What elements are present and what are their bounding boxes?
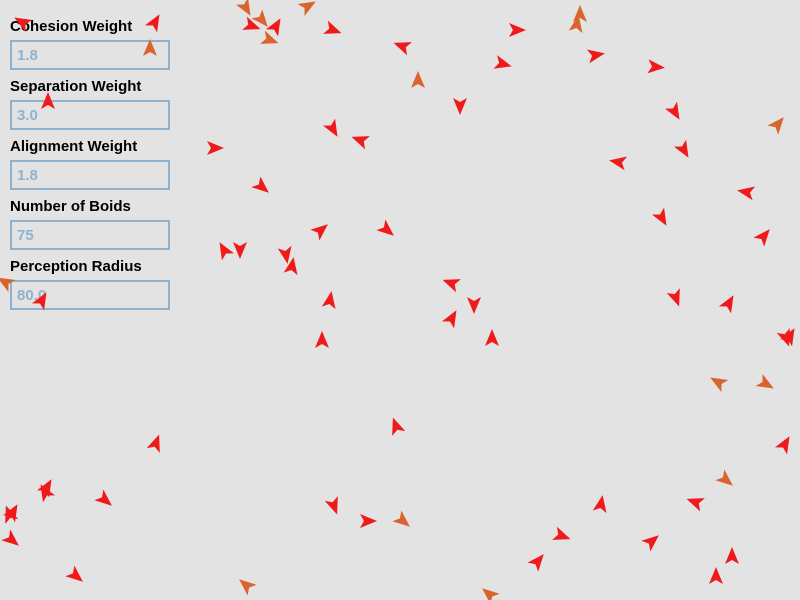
boid-arrow bbox=[207, 141, 224, 155]
boid-arrow bbox=[467, 297, 481, 314]
perception-radius-input[interactable] bbox=[10, 280, 170, 310]
boid-arrow bbox=[323, 20, 342, 34]
separation-weight-label: Separation Weight bbox=[10, 78, 142, 95]
separation-control: Separation Weight bbox=[10, 78, 172, 138]
boid-arrow bbox=[277, 245, 292, 264]
separation-weight-input[interactable] bbox=[10, 100, 170, 130]
boid-arrow bbox=[393, 42, 412, 56]
boid-arrow bbox=[592, 495, 607, 514]
boid-arrow bbox=[753, 229, 770, 247]
boid-arrow bbox=[709, 567, 723, 584]
boid-arrow bbox=[609, 156, 628, 171]
alignment-control: Alignment Weight bbox=[10, 138, 172, 198]
boid-arrow bbox=[411, 71, 425, 88]
boid-arrow bbox=[647, 59, 665, 74]
boid-count-control: Number of Boids bbox=[10, 198, 172, 258]
boid-arrow bbox=[552, 526, 571, 540]
boid-arrow bbox=[509, 23, 526, 37]
boid-arrow bbox=[755, 373, 774, 389]
boid-arrow bbox=[265, 18, 281, 37]
alignment-weight-label: Alignment Weight bbox=[10, 138, 138, 155]
boid-arrow bbox=[94, 489, 112, 506]
boid-arrow bbox=[737, 186, 756, 201]
boid-arrow bbox=[146, 434, 160, 453]
boid-arrow bbox=[568, 15, 583, 34]
boid-arrow bbox=[260, 30, 279, 44]
boids-simulation: Cohesion Weight Separation Weight Alignm… bbox=[0, 0, 800, 600]
boid-arrow bbox=[776, 328, 790, 347]
boid-arrow bbox=[283, 257, 298, 276]
boid-arrow bbox=[686, 498, 705, 512]
boid-arrow bbox=[239, 579, 257, 596]
cohesion-control: Cohesion Weight bbox=[10, 18, 172, 78]
boid-arrow bbox=[315, 331, 329, 348]
boid-arrow bbox=[718, 295, 734, 314]
boid-arrow bbox=[651, 207, 667, 226]
boid-arrow bbox=[1, 529, 19, 546]
boid-arrow bbox=[673, 139, 689, 158]
boid-arrow bbox=[251, 9, 268, 27]
boid-arrow bbox=[242, 16, 261, 30]
boid-arrow bbox=[482, 588, 500, 600]
boid-arrow bbox=[310, 224, 328, 241]
boid-arrow bbox=[573, 5, 587, 22]
perception-radius-label: Perception Radius bbox=[10, 258, 142, 275]
boid-arrow bbox=[297, 1, 316, 17]
boid-arrow bbox=[219, 242, 235, 261]
boid-arrow bbox=[392, 417, 406, 436]
boid-arrow bbox=[641, 535, 659, 552]
boid-arrow bbox=[710, 377, 729, 393]
boid-arrow bbox=[715, 469, 733, 486]
boid-arrow bbox=[485, 329, 499, 346]
boid-arrow bbox=[664, 101, 680, 120]
boid-arrow bbox=[351, 136, 370, 150]
control-panel: Cohesion Weight Separation Weight Alignm… bbox=[10, 18, 172, 318]
boid-arrow bbox=[774, 436, 790, 455]
boid-arrow bbox=[233, 242, 247, 259]
number-of-boids-input[interactable] bbox=[10, 220, 170, 250]
boid-arrow bbox=[767, 117, 784, 135]
perception-control: Perception Radius bbox=[10, 258, 172, 318]
boid-arrow bbox=[235, 0, 251, 16]
alignment-weight-input[interactable] bbox=[10, 160, 170, 190]
boid-arrow bbox=[360, 514, 377, 528]
boid-arrow bbox=[442, 279, 461, 293]
boid-arrow bbox=[65, 565, 83, 582]
boid-arrow bbox=[586, 49, 605, 64]
boid-arrow bbox=[725, 547, 739, 564]
boid-arrow bbox=[376, 219, 394, 236]
number-of-boids-label: Number of Boids bbox=[10, 198, 131, 215]
boid-arrow bbox=[322, 118, 338, 137]
boid-arrow bbox=[2, 504, 18, 523]
boid-arrow bbox=[392, 510, 410, 527]
boid-arrow bbox=[441, 310, 457, 329]
boid-arrow bbox=[324, 496, 338, 515]
boid-arrow bbox=[251, 176, 269, 193]
boid-arrow bbox=[779, 328, 795, 347]
boid-arrow bbox=[666, 288, 680, 307]
boid-arrow bbox=[321, 291, 336, 310]
boid-arrow bbox=[36, 479, 52, 498]
cohesion-weight-label: Cohesion Weight bbox=[10, 18, 133, 35]
boid-arrow bbox=[493, 55, 512, 69]
boid-arrow bbox=[453, 98, 467, 115]
boid-arrow bbox=[527, 554, 544, 572]
cohesion-weight-input[interactable] bbox=[10, 40, 170, 70]
boid-arrow bbox=[5, 505, 19, 524]
boid-arrow bbox=[40, 484, 56, 503]
